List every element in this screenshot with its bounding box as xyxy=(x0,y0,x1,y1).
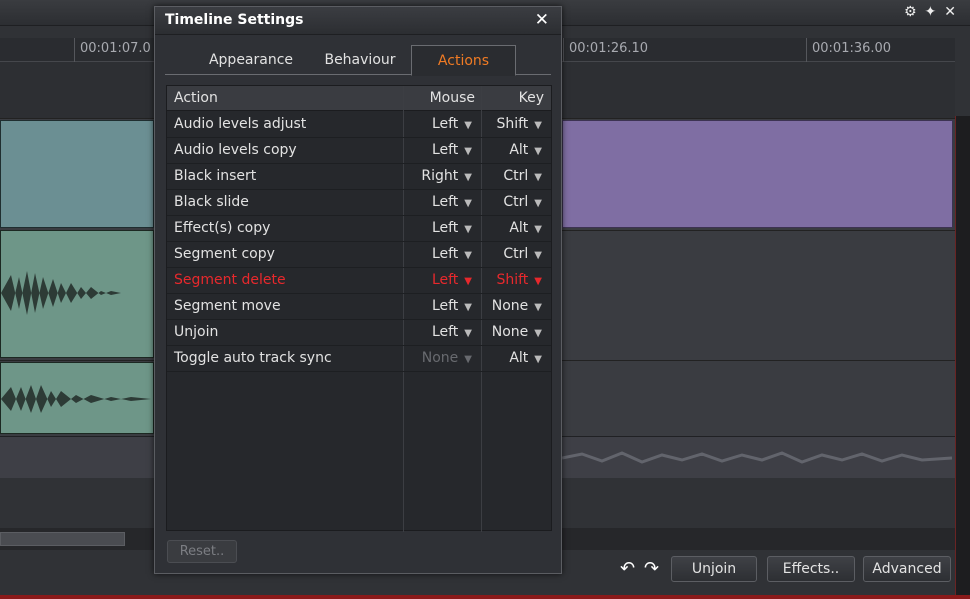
key-dropdown[interactable]: Alt ▼ xyxy=(509,220,542,236)
key-dropdown[interactable]: Alt ▼ xyxy=(509,142,542,158)
timeline-settings-dialog: Timeline Settings ✕ Appearance Behaviour… xyxy=(154,6,562,574)
effects-button[interactable]: Effects.. xyxy=(767,556,855,582)
mouse-dropdown[interactable]: Left ▼ xyxy=(432,298,472,314)
timecode-label: 00:01:26.10 xyxy=(569,41,649,56)
key-dropdown[interactable]: None ▼ xyxy=(492,324,542,340)
dropdown-arrow-icon: ▼ xyxy=(534,302,542,313)
action-name: Black slide xyxy=(174,194,249,210)
action-name: Black insert xyxy=(174,168,257,184)
key-dropdown[interactable]: Shift ▼ xyxy=(496,116,542,132)
dropdown-arrow-icon: ▼ xyxy=(464,146,472,157)
dropdown-arrow-icon: ▼ xyxy=(464,120,472,131)
action-name: Effect(s) copy xyxy=(174,220,271,236)
action-name: Toggle auto track sync xyxy=(174,350,332,366)
dropdown-arrow-icon: ▼ xyxy=(534,354,542,365)
undo-icon[interactable]: ↶ xyxy=(620,558,635,579)
dropdown-arrow-icon: ▼ xyxy=(534,120,542,131)
dropdown-arrow-icon: ▼ xyxy=(534,276,542,287)
dropdown-arrow-icon: ▼ xyxy=(464,302,472,313)
dropdown-arrow-icon: ▼ xyxy=(534,250,542,261)
mouse-dropdown[interactable]: Left ▼ xyxy=(432,142,472,158)
mouse-dropdown[interactable]: Left ▼ xyxy=(432,272,472,288)
dropdown-arrow-icon: ▼ xyxy=(464,354,472,365)
column-header-action[interactable]: Action xyxy=(167,86,404,111)
tab-bar: Appearance Behaviour Actions xyxy=(165,45,551,76)
dropdown-arrow-icon: ▼ xyxy=(534,328,542,339)
dropdown-arrow-icon: ▼ xyxy=(534,224,542,235)
key-dropdown[interactable]: Ctrl ▼ xyxy=(503,194,542,210)
table-row[interactable]: Black insert Right ▼ Ctrl ▼ xyxy=(167,164,551,190)
timecode-label: 00:01:07.0 xyxy=(80,41,151,56)
action-name: Segment copy xyxy=(174,246,275,262)
table-row[interactable]: Effect(s) copy Left ▼ Alt ▼ xyxy=(167,216,551,242)
column-header-mouse[interactable]: Mouse xyxy=(404,86,482,111)
actions-table: Action Mouse Key Audio levels adjust Lef… xyxy=(166,85,552,532)
table-row[interactable]: Unjoin Left ▼ None ▼ xyxy=(167,320,551,346)
reset-button: Reset.. xyxy=(167,540,237,563)
dropdown-arrow-icon: ▼ xyxy=(464,224,472,235)
close-window-icon[interactable]: ✕ xyxy=(944,4,956,20)
tab-appearance[interactable]: Appearance xyxy=(195,45,307,75)
table-row[interactable]: Audio levels adjust Left ▼ Shift ▼ xyxy=(167,112,551,138)
close-icon[interactable]: ✕ xyxy=(535,10,549,30)
action-name: Segment move xyxy=(174,298,281,314)
mouse-dropdown[interactable]: Left ▼ xyxy=(432,116,472,132)
tab-behaviour[interactable]: Behaviour xyxy=(310,45,410,75)
table-row[interactable]: Segment copy Left ▼ Ctrl ▼ xyxy=(167,242,551,268)
video-clip[interactable] xyxy=(0,120,154,228)
audio-waveform xyxy=(1,385,151,413)
advanced-button[interactable]: Advanced xyxy=(863,556,951,582)
mouse-dropdown[interactable]: Left ▼ xyxy=(432,246,472,262)
dropdown-arrow-icon: ▼ xyxy=(464,198,472,209)
audio-clip[interactable] xyxy=(0,362,154,434)
action-name: Audio levels adjust xyxy=(174,116,307,132)
settings-gear-icon[interactable]: ⚙ xyxy=(904,4,917,20)
audio-clip[interactable] xyxy=(0,230,154,358)
table-row-selected[interactable]: Segment delete Left ▼ Shift ▼ xyxy=(167,268,551,294)
timecode-label: 00:01:36.00 xyxy=(812,41,892,56)
column-header-key[interactable]: Key xyxy=(482,86,551,111)
dropdown-arrow-icon: ▼ xyxy=(464,276,472,287)
table-row[interactable]: Toggle auto track sync None ▼ Alt ▼ xyxy=(167,346,551,372)
panel-edge xyxy=(955,116,970,599)
key-dropdown[interactable]: None ▼ xyxy=(492,298,542,314)
mouse-dropdown[interactable]: Left ▼ xyxy=(432,220,472,236)
table-row[interactable]: Segment move Left ▼ None ▼ xyxy=(167,294,551,320)
dialog-titlebar[interactable]: Timeline Settings ✕ xyxy=(155,7,561,35)
action-name: Unjoin xyxy=(174,324,219,340)
mouse-dropdown-disabled: None ▼ xyxy=(421,350,472,366)
window-controls: ⚙ ✦ ✕ xyxy=(904,4,956,20)
tab-actions[interactable]: Actions xyxy=(411,45,516,76)
scrollbar-thumb[interactable] xyxy=(0,532,125,546)
dropdown-arrow-icon: ▼ xyxy=(464,172,472,183)
mouse-dropdown[interactable]: Right ▼ xyxy=(421,168,472,184)
audio-waveform xyxy=(1,271,151,315)
key-dropdown[interactable]: Alt ▼ xyxy=(509,350,542,366)
key-dropdown[interactable]: Ctrl ▼ xyxy=(503,246,542,262)
video-clip[interactable] xyxy=(562,120,953,228)
dropdown-arrow-icon: ▼ xyxy=(534,172,542,183)
timeline-toolbar: ↶ ↷ Unjoin Effects.. Advanced xyxy=(560,556,960,584)
unjoin-button[interactable]: Unjoin xyxy=(671,556,757,582)
dropdown-arrow-icon: ▼ xyxy=(464,250,472,261)
table-row[interactable]: Audio levels copy Left ▼ Alt ▼ xyxy=(167,138,551,164)
dialog-title: Timeline Settings xyxy=(165,12,304,28)
action-name: Segment delete xyxy=(174,272,286,288)
redo-icon[interactable]: ↷ xyxy=(644,558,659,579)
key-dropdown[interactable]: Ctrl ▼ xyxy=(503,168,542,184)
table-row[interactable]: Black slide Left ▼ Ctrl ▼ xyxy=(167,190,551,216)
audio-waveform xyxy=(562,451,952,464)
pin-icon[interactable]: ✦ xyxy=(925,4,937,20)
key-dropdown[interactable]: Shift ▼ xyxy=(496,272,542,288)
mouse-dropdown[interactable]: Left ▼ xyxy=(432,324,472,340)
panel-edge-bottom xyxy=(0,595,970,599)
mouse-dropdown[interactable]: Left ▼ xyxy=(432,194,472,210)
dropdown-arrow-icon: ▼ xyxy=(464,328,472,339)
dropdown-arrow-icon: ▼ xyxy=(534,198,542,209)
dropdown-arrow-icon: ▼ xyxy=(534,146,542,157)
action-name: Audio levels copy xyxy=(174,142,297,158)
